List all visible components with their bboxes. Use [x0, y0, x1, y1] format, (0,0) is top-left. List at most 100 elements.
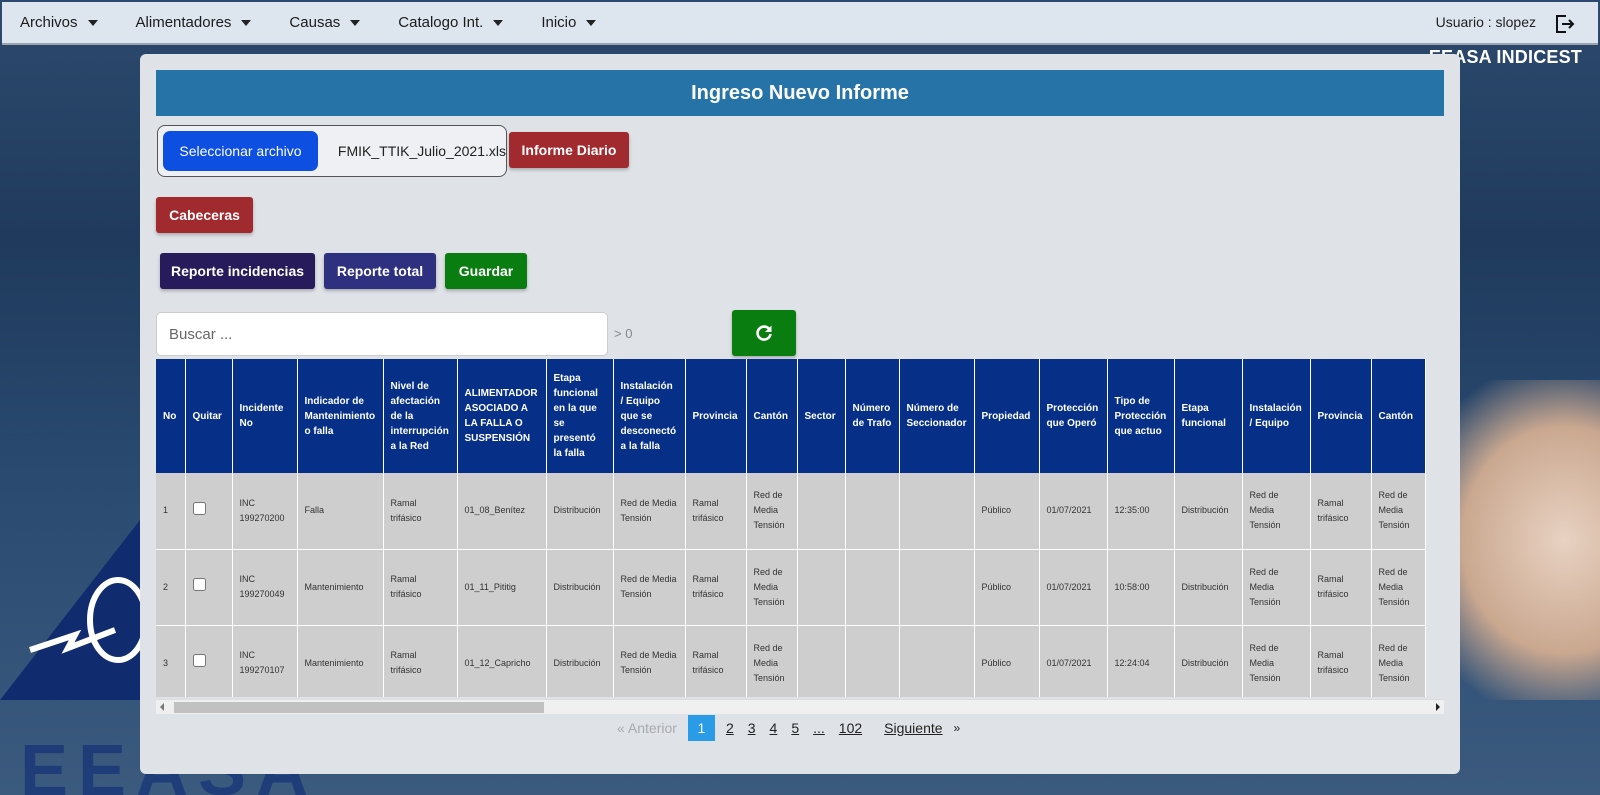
select-file-button[interactable]: Seleccionar archivo	[163, 131, 318, 171]
remove-checkbox[interactable]	[192, 578, 206, 591]
remove-cell[interactable]	[185, 473, 233, 550]
column-header: ALIMENTADOR ASOCIADO A LA FALLA O SUSPEN…	[457, 359, 547, 473]
table-cell	[797, 549, 846, 626]
pagination-next[interactable]: Siguiente	[884, 720, 942, 736]
page-title: Ingreso Nuevo Informe	[156, 70, 1444, 116]
chevron-down-icon	[493, 19, 504, 26]
nav-alimentadores-label: Alimentadores	[135, 14, 232, 31]
table-cell: Ramal trifásico	[383, 549, 458, 626]
pagination-prev[interactable]: « Anterior	[617, 720, 677, 736]
pagination: « Anterior 1 2 3 4 5 ... 102 Siguiente »	[610, 715, 967, 741]
table-cell: Ramal trifásico	[383, 625, 458, 697]
table-cell	[797, 625, 846, 697]
remove-cell[interactable]	[185, 625, 233, 697]
column-header: Cantón	[746, 359, 798, 473]
nav-inicio[interactable]: Inicio	[541, 14, 597, 31]
table-cell: Red de Media Tensión	[1242, 625, 1311, 697]
column-header: Número de Seccionador	[899, 359, 975, 473]
table-cell: Público	[974, 625, 1040, 697]
page-102[interactable]: 102	[839, 720, 862, 736]
table-cell: 01/07/2021	[1039, 549, 1108, 626]
nav-alimentadores[interactable]: Alimentadores	[136, 14, 252, 31]
table-cell: Distribución	[1174, 625, 1243, 697]
table-cell: Red de Media Tensión	[746, 549, 798, 626]
table-cell: Red de Media Tensión	[1371, 473, 1426, 550]
search-input[interactable]	[156, 312, 608, 356]
table-cell: Público	[974, 473, 1040, 550]
user-label: Usuario : slopez	[1435, 14, 1536, 30]
nav-catalogo-label: Catalogo Int.	[398, 14, 484, 31]
table-cell: Red de Media Tensión	[613, 625, 686, 697]
chevron-down-icon	[241, 19, 252, 26]
file-picker[interactable]: Seleccionar archivo FMIK_TTIK_Julio_2021…	[157, 125, 507, 177]
column-header: Propiedad	[974, 359, 1040, 473]
incident-table-container: No Quitar Incidente No Indicador de Mant…	[156, 359, 1444, 697]
table-cell: 10:58:00	[1107, 549, 1175, 626]
table-cell: 01/07/2021	[1039, 625, 1108, 697]
page-4[interactable]: 4	[770, 720, 778, 736]
table-row: 2 INC 199270049 Mantenimiento Ramal trifási…	[156, 549, 1426, 626]
guardar-button[interactable]: Guardar	[445, 253, 527, 289]
table-cell	[899, 473, 975, 550]
table-row: 1 INC 199270200 Falla Ramal trifásico 01_08_…	[156, 473, 1426, 550]
table-cell: Red de Media Tensión	[1242, 549, 1311, 626]
table-cell	[797, 473, 846, 550]
column-header: Etapa funcional	[1174, 359, 1243, 473]
logout-icon[interactable]	[1552, 12, 1576, 36]
page-ellipsis[interactable]: ...	[813, 720, 825, 736]
table-cell	[845, 549, 900, 626]
table-cell: 2	[156, 549, 186, 626]
table-cell: Falla	[297, 473, 384, 550]
column-header: Quitar	[185, 359, 233, 473]
table-cell	[845, 473, 900, 550]
table-cell: Distribución	[1174, 549, 1243, 626]
scroll-left-icon[interactable]	[160, 703, 164, 711]
table-cell: Distribución	[546, 625, 614, 697]
chevron-down-icon	[350, 19, 361, 26]
horizontal-scrollbar[interactable]	[156, 699, 1444, 714]
table-cell: Red de Media Tensión	[746, 625, 798, 697]
column-header: Provincia	[1310, 359, 1372, 473]
next-arrow-icon[interactable]: »	[954, 721, 961, 735]
eeasa-logo-background	[0, 520, 149, 700]
informe-diario-button[interactable]: Informe Diario	[509, 132, 629, 168]
nav-archivos[interactable]: Archivos	[20, 14, 98, 31]
table-cell: INC 199270107	[232, 625, 298, 697]
table-cell: 01_12_Capricho	[457, 625, 547, 697]
selected-file-name: FMIK_TTIK_Julio_2021.xls	[337, 143, 506, 159]
page-3[interactable]: 3	[748, 720, 756, 736]
table-cell: Red de Media Tensión	[1371, 625, 1426, 697]
refresh-icon	[756, 325, 772, 341]
nav-archivos-label: Archivos	[20, 14, 78, 31]
page-1[interactable]: 1	[687, 715, 715, 741]
table-cell: Red de Media Tensión	[1371, 549, 1426, 626]
top-navbar: Archivos Alimentadores Causas Catalogo I…	[2, 2, 1598, 45]
scroll-right-icon[interactable]	[1436, 703, 1440, 711]
table-cell: Ramal trifásico	[685, 549, 747, 626]
reporte-total-button[interactable]: Reporte total	[324, 253, 436, 289]
refresh-button[interactable]	[732, 310, 796, 356]
scrollbar-thumb[interactable]	[174, 702, 544, 713]
page-2[interactable]: 2	[726, 720, 734, 736]
table-cell: Ramal trifásico	[1310, 549, 1372, 626]
result-count: > 0	[614, 326, 633, 341]
table-cell: Distribución	[546, 549, 614, 626]
table-cell: 01/07/2021	[1039, 473, 1108, 550]
table-cell: 1	[156, 473, 186, 550]
nav-catalogo[interactable]: Catalogo Int.	[398, 14, 504, 31]
nav-causas[interactable]: Causas	[289, 14, 361, 31]
remove-checkbox[interactable]	[192, 654, 206, 667]
reporte-incidencias-button[interactable]: Reporte incidencias	[160, 253, 315, 289]
column-header: Protección que Operó	[1039, 359, 1108, 473]
column-header: Provincia	[685, 359, 747, 473]
table-cell: Mantenimiento	[297, 549, 384, 626]
page-5[interactable]: 5	[791, 720, 799, 736]
table-cell: 01_08_Benítez	[457, 473, 547, 550]
cabeceras-button[interactable]: Cabeceras	[156, 197, 253, 233]
remove-checkbox[interactable]	[192, 501, 206, 515]
table-cell: INC 199270200	[232, 473, 298, 550]
column-header: No	[156, 359, 186, 473]
remove-cell[interactable]	[185, 549, 233, 626]
table-cell: Mantenimiento	[297, 625, 384, 697]
table-cell: Ramal trifásico	[383, 473, 458, 550]
